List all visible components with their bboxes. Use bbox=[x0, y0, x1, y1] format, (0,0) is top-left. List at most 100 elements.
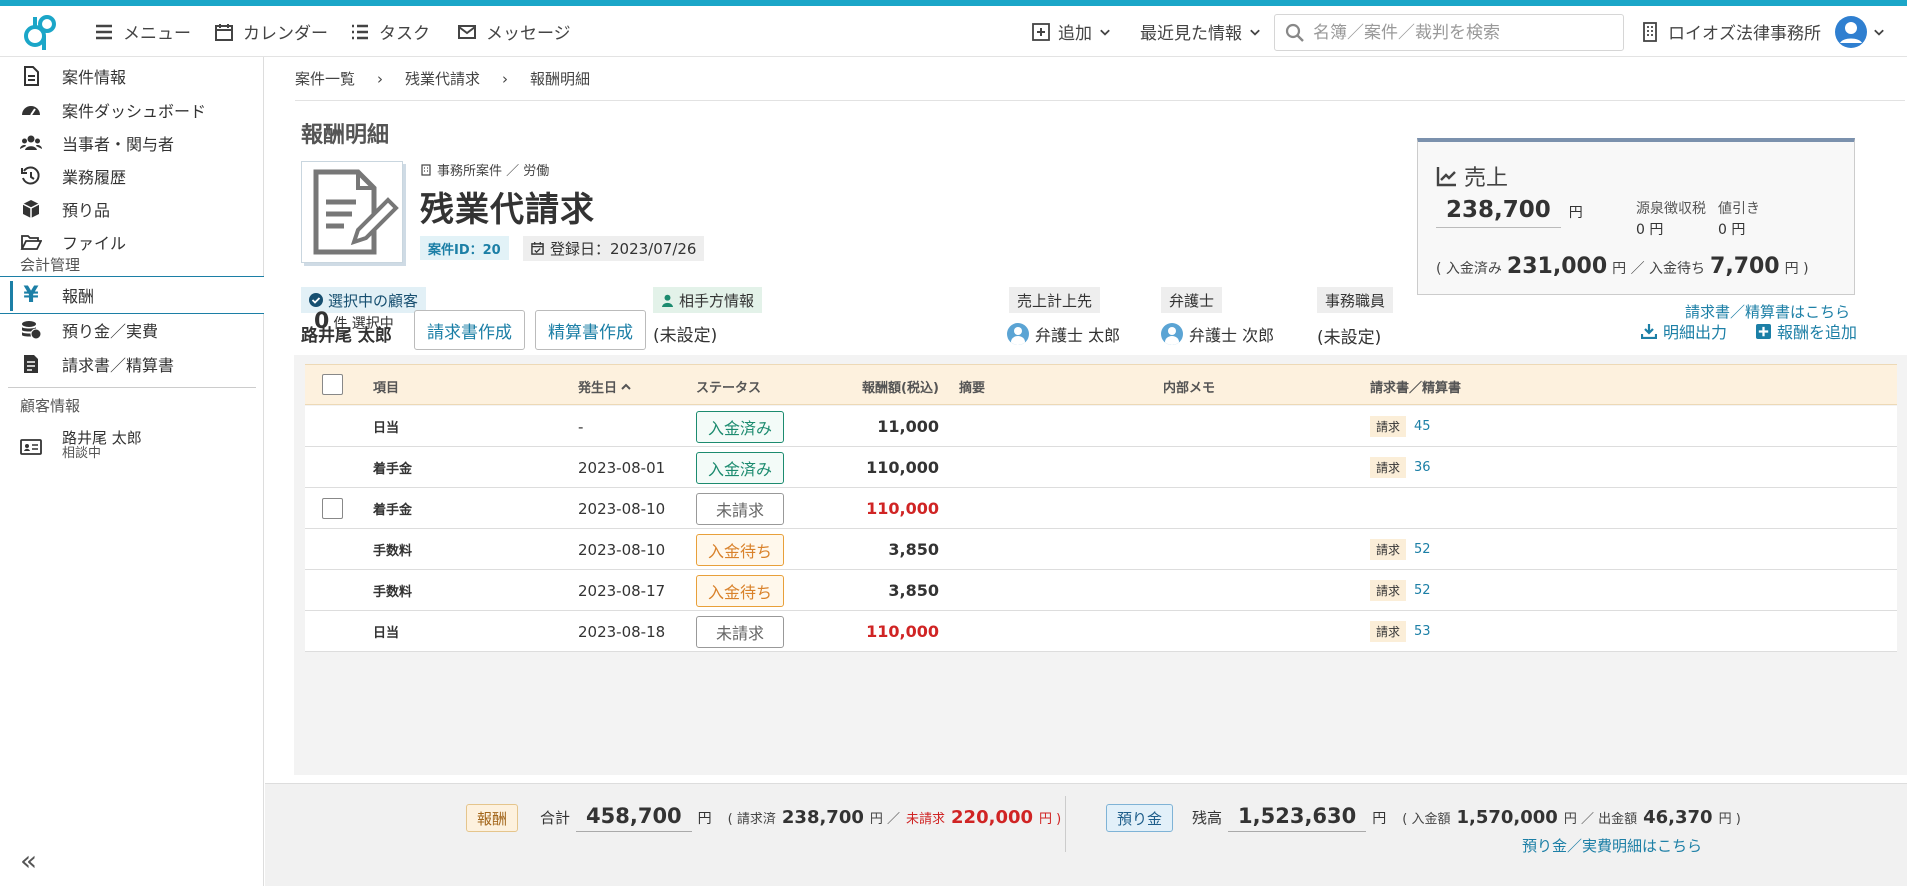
row-amount: 110,000 bbox=[866, 622, 939, 641]
chevron-down-icon bbox=[1250, 29, 1260, 36]
sidebar-section-accounting: 会計管理 bbox=[20, 256, 81, 274]
row-checkbox-cell bbox=[322, 488, 343, 529]
calendar-check-icon bbox=[531, 242, 544, 255]
case-category: 事務所案件 ／ 労働 bbox=[420, 160, 549, 179]
search-input[interactable] bbox=[1313, 22, 1613, 43]
table-row[interactable]: 日当 2023-08-18 未請求 110,000 請求 53 bbox=[305, 611, 1897, 652]
sidebar-item-deposits-expenses[interactable]: 預り金／実費 bbox=[0, 311, 264, 349]
select-all-checkbox[interactable] bbox=[322, 374, 343, 395]
user-menu[interactable] bbox=[1835, 6, 1885, 57]
recent-dropdown[interactable]: 最近見た情報 bbox=[1140, 6, 1261, 57]
create-invoice-button[interactable]: 請求書作成 bbox=[414, 310, 525, 350]
breadcrumb-case-list[interactable]: 案件一覧 bbox=[295, 68, 355, 89]
row-status-button[interactable]: 入金済み bbox=[696, 410, 784, 443]
sales-amount: 238,700 円 bbox=[1436, 197, 1583, 228]
export-label: 明細出力 bbox=[1663, 323, 1728, 342]
lawyer-value: 弁護士 次郎 bbox=[1161, 322, 1274, 346]
line-chart-icon bbox=[1436, 167, 1456, 187]
invoice-number-link[interactable]: 52 bbox=[1414, 583, 1431, 598]
billed-separator: 円 ／ bbox=[869, 812, 901, 827]
fee-total: 合計 458,700 円 ( 請求済 238,700 円 ／ 未請求 220,0… bbox=[540, 804, 1061, 832]
table-row[interactable]: 日当 - 入金済み 11,000 請求 45 bbox=[305, 406, 1897, 447]
selection-count-number: 0 bbox=[314, 309, 330, 334]
users-icon bbox=[20, 135, 42, 150]
invoice-number-link[interactable]: 52 bbox=[1414, 542, 1431, 557]
chevron-right-icon: › bbox=[502, 69, 509, 88]
office-selector[interactable]: ロイオズ法律事務所 bbox=[1640, 6, 1821, 57]
task-list-icon bbox=[352, 24, 368, 39]
billed-prefix: ( 請求済 bbox=[727, 812, 776, 827]
check-circle-icon bbox=[309, 293, 323, 307]
deposit-out-amount: 46,370 bbox=[1643, 807, 1713, 828]
task-button[interactable]: タスク bbox=[350, 6, 430, 57]
fee-table: 項目 発生日 ステータス 報酬額(税込) 摘要 内部メモ 請求書／精算書 日当 -… bbox=[294, 355, 1907, 775]
totals-footer: 報酬 合計 458,700 円 ( 請求済 238,700 円 ／ 未請求 22… bbox=[265, 783, 1907, 886]
payment-breakdown: ( 入金済み 231,000 円 ／ 入金待ち 7,700 円 ) bbox=[1436, 254, 1809, 279]
deposit-separator: 円 ／ 出金額 bbox=[1563, 812, 1638, 827]
deposit-prefix: ( 入金額 bbox=[1402, 812, 1451, 827]
menu-button[interactable]: メニュー bbox=[94, 6, 191, 57]
table-row[interactable]: 手数料 2023-08-17 入金待ち 3,850 請求 52 bbox=[305, 570, 1897, 611]
id-card-icon bbox=[20, 439, 42, 455]
invoice-tag: 請求 bbox=[1370, 457, 1407, 478]
add-fee-link[interactable]: 報酬を追加 bbox=[1756, 319, 1857, 343]
invoice-number-link[interactable]: 36 bbox=[1414, 460, 1431, 475]
row-status-cell: 入金済み bbox=[696, 406, 784, 447]
row-status-button[interactable]: 入金待ち bbox=[696, 533, 784, 566]
invoice-number-link[interactable]: 53 bbox=[1414, 624, 1431, 639]
download-icon bbox=[1641, 324, 1657, 339]
user-avatar-icon bbox=[1835, 15, 1867, 48]
sidebar-item-client[interactable]: 路井尾 太郎 相談中 bbox=[0, 420, 264, 470]
row-status-button[interactable]: 入金済み bbox=[696, 451, 784, 484]
invoice-tag: 請求 bbox=[1370, 539, 1407, 560]
calendar-icon bbox=[215, 23, 233, 41]
deposit-suffix: 円 ) bbox=[1718, 812, 1741, 827]
message-button[interactable]: メッセージ bbox=[457, 6, 571, 57]
paid-separator: 円 ／ 入金待ち bbox=[1612, 261, 1706, 277]
collapse-sidebar-icon[interactable]: « bbox=[20, 844, 37, 877]
global-search[interactable] bbox=[1274, 14, 1624, 51]
row-item: 手数料 bbox=[373, 544, 413, 559]
table-header: 項目 発生日 ステータス 報酬額(税込) 摘要 内部メモ 請求書／精算書 bbox=[305, 364, 1897, 405]
main-content: 案件一覧 › 残業代請求 › 報酬明細 報酬明細 事務所案件 ／ 労働 残業代請… bbox=[265, 57, 1907, 886]
sidebar-item-label: 案件情報 bbox=[62, 68, 127, 87]
case-id-badge: 案件ID：20 bbox=[420, 236, 509, 260]
deposit-detail-link[interactable]: 預り金／実費明細はこちら bbox=[1522, 835, 1702, 856]
row-status-button[interactable]: 未請求 bbox=[696, 615, 784, 648]
row-date: 2023-08-18 bbox=[578, 622, 666, 641]
message-label: メッセージ bbox=[486, 24, 571, 44]
add-dropdown[interactable]: 追加 bbox=[1031, 6, 1111, 57]
row-item: 日当 bbox=[373, 626, 400, 641]
row-item: 着手金 bbox=[373, 462, 413, 477]
row-status-button[interactable]: 未請求 bbox=[696, 492, 784, 525]
row-status-button[interactable]: 入金待ち bbox=[696, 574, 784, 607]
table-row[interactable]: 手数料 2023-08-10 入金待ち 3,850 請求 52 bbox=[305, 529, 1897, 570]
row-checkbox[interactable] bbox=[322, 498, 343, 519]
calendar-button[interactable]: カレンダー bbox=[214, 6, 328, 57]
sidebar-item-case-info[interactable]: 案件情報 bbox=[0, 57, 264, 95]
sidebar-item-label: 報酬 bbox=[62, 287, 95, 306]
invoice-number-link[interactable]: 45 bbox=[1414, 419, 1431, 434]
add-label: 追加 bbox=[1058, 24, 1092, 44]
invoice-tag: 請求 bbox=[1370, 621, 1407, 642]
app-logo-icon[interactable] bbox=[20, 12, 60, 52]
table-row[interactable]: 着手金 2023-08-10 未請求 110,000 bbox=[305, 488, 1897, 529]
selected-client-label-text: 選択中の顧客 bbox=[328, 291, 419, 310]
sales-summary-card: 売上 238,700 円 源泉徴収税 0 円 値引き 0 円 ( 入金済み 23… bbox=[1417, 138, 1855, 295]
invoice-tag: 請求 bbox=[1370, 416, 1407, 437]
staff-value: (未設定) bbox=[1317, 328, 1382, 348]
sidebar-item-fees[interactable]: ¥ 報酬 bbox=[0, 276, 264, 314]
lawyer-label: 弁護士 bbox=[1161, 287, 1223, 313]
sidebar-item-label: ファイル bbox=[62, 234, 127, 253]
breadcrumb-case[interactable]: 残業代請求 bbox=[405, 68, 480, 89]
table-row[interactable]: 着手金 2023-08-01 入金済み 110,000 請求 36 bbox=[305, 447, 1897, 488]
calendar-label: カレンダー bbox=[243, 24, 328, 44]
export-link[interactable]: 明細出力 bbox=[1641, 319, 1727, 343]
column-header-date[interactable]: 発生日 bbox=[578, 377, 631, 396]
menu-label: メニュー bbox=[123, 24, 191, 44]
sidebar-item-invoices[interactable]: 請求書／精算書 bbox=[0, 345, 264, 383]
search-icon bbox=[1285, 23, 1304, 42]
column-header-status: ステータス bbox=[696, 381, 762, 396]
page-title: 報酬明細 bbox=[301, 123, 390, 148]
create-settlement-button[interactable]: 精算書作成 bbox=[535, 310, 646, 350]
